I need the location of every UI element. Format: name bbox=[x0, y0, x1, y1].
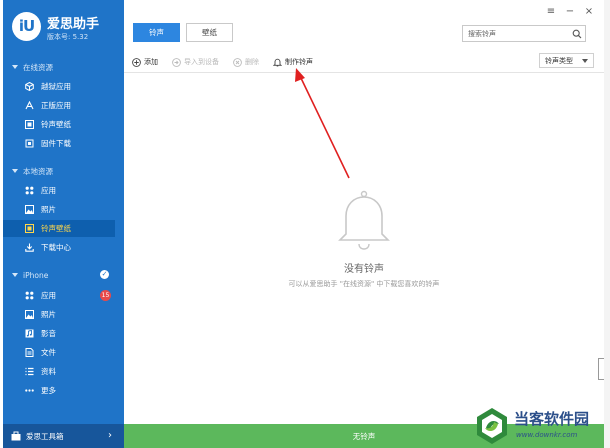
chevron-down-icon bbox=[582, 59, 588, 63]
delete-icon bbox=[233, 57, 242, 67]
sidebar-item-label: 更多 bbox=[41, 386, 56, 395]
make-ringtone-label: 制作铃声 bbox=[285, 58, 313, 66]
sidebar-item-official-apps[interactable]: 正版应用 bbox=[3, 97, 115, 114]
music-icon bbox=[25, 329, 34, 338]
sidebar-item-label: 正版应用 bbox=[41, 101, 71, 110]
sidebar-item-local-ringtones-wallpapers[interactable]: 铃声壁纸 bbox=[3, 220, 115, 237]
sidebar-item-label: 越狱应用 bbox=[41, 82, 71, 91]
app-logo: iU bbox=[12, 12, 41, 41]
section-header-iphone[interactable]: iPhone bbox=[12, 269, 48, 281]
app-store-icon bbox=[25, 101, 34, 110]
sidebar-item-download-center[interactable]: 下载中心 bbox=[3, 239, 115, 256]
window-right-edge bbox=[604, 0, 610, 448]
sidebar: iU 爱思助手 版本号: 5.32 在线资源 越狱应用 正版应用 铃声壁纸 固件… bbox=[3, 0, 124, 448]
collapse-triangle-icon bbox=[12, 65, 18, 69]
sidebar-item-iphone-info[interactable]: 资料 bbox=[3, 363, 115, 380]
chevron-right-icon: › bbox=[108, 430, 112, 441]
sidebar-item-local-photos[interactable]: 照片 bbox=[3, 201, 115, 218]
brand-header: iU 爱思助手 版本号: 5.32 bbox=[3, 0, 124, 50]
search-input[interactable]: 搜索铃声 bbox=[468, 29, 569, 39]
sidebar-item-iphone-apps[interactable]: 应用 15 bbox=[3, 287, 115, 304]
minimize-icon[interactable]: − bbox=[565, 6, 575, 18]
bell-icon bbox=[273, 58, 282, 67]
make-ringtone-button[interactable]: 制作铃声 bbox=[273, 57, 313, 67]
photo-icon bbox=[25, 310, 34, 319]
download-icon bbox=[25, 243, 34, 252]
section-title: iPhone bbox=[23, 270, 49, 280]
sidebar-item-label: 下载中心 bbox=[41, 243, 71, 252]
tab-bar: 铃声 壁纸 bbox=[133, 23, 233, 42]
search-icon[interactable] bbox=[569, 26, 585, 41]
empty-state-description: 可以从爱思助手 "在线资源" 中下载您喜欢的铃声 bbox=[288, 280, 440, 288]
delete-button[interactable]: 删除 bbox=[233, 57, 259, 67]
more-icon bbox=[25, 386, 34, 395]
import-button-label: 导入到设备 bbox=[184, 58, 219, 66]
section-title: 在线资源 bbox=[23, 62, 53, 72]
section-header-local-resources[interactable]: 本地资源 bbox=[12, 165, 53, 177]
tab-wallpapers[interactable]: 壁纸 bbox=[186, 23, 233, 42]
collapse-triangle-icon bbox=[12, 273, 18, 277]
status-bar: 无铃声 bbox=[124, 424, 604, 448]
sidebar-item-local-apps[interactable]: 应用 bbox=[3, 182, 115, 199]
empty-bell-icon bbox=[338, 190, 390, 250]
sidebar-item-iphone-more[interactable]: 更多 bbox=[3, 382, 115, 399]
sidebar-item-label: 应用 bbox=[41, 291, 56, 300]
tab-ringtones[interactable]: 铃声 bbox=[133, 23, 180, 42]
collapse-triangle-icon bbox=[12, 169, 18, 173]
action-toolbar: 添加 导入到设备 删除 制作铃声 bbox=[132, 55, 327, 69]
film-icon bbox=[25, 224, 34, 233]
cube-icon bbox=[25, 82, 34, 91]
section-title: 本地资源 bbox=[23, 166, 53, 176]
add-button[interactable]: 添加 bbox=[132, 57, 158, 67]
firmware-icon bbox=[25, 139, 34, 148]
status-text: 无铃声 bbox=[352, 431, 376, 441]
apps-grid-icon bbox=[25, 186, 34, 195]
toolbox-icon bbox=[11, 431, 21, 441]
sidebar-item-firmware-download[interactable]: 固件下载 bbox=[3, 135, 115, 152]
sidebar-item-label: 影音 bbox=[41, 329, 56, 338]
sidebar-item-label: 文件 bbox=[41, 348, 56, 357]
sidebar-item-label: 应用 bbox=[41, 186, 56, 195]
toolbox-label: 爱思工具箱 bbox=[26, 431, 64, 441]
window-controls: ≡ − × bbox=[546, 6, 594, 18]
import-to-device-button[interactable]: 导入到设备 bbox=[172, 57, 219, 67]
sidebar-item-ringtones-wallpapers-online[interactable]: 铃声壁纸 bbox=[3, 116, 115, 133]
ringtone-type-dropdown[interactable]: 铃声类型 bbox=[539, 53, 594, 68]
plus-circle-icon bbox=[132, 57, 141, 67]
sidebar-item-iphone-photos[interactable]: 照片 bbox=[3, 306, 115, 323]
sidebar-item-label: 照片 bbox=[41, 310, 56, 319]
toolbox-button[interactable]: 爱思工具箱 › bbox=[3, 424, 124, 448]
close-icon[interactable]: × bbox=[584, 6, 594, 18]
photo-icon bbox=[25, 205, 34, 214]
sidebar-item-label: 铃声壁纸 bbox=[41, 224, 71, 233]
sidebar-item-label: 固件下载 bbox=[41, 139, 71, 148]
import-icon bbox=[172, 57, 181, 67]
sidebar-item-label: 照片 bbox=[41, 205, 56, 214]
app-name: 爱思助手 bbox=[47, 17, 100, 32]
app-count-badge: 15 bbox=[100, 290, 111, 301]
menu-icon[interactable]: ≡ bbox=[546, 6, 556, 18]
scroll-bracket bbox=[598, 358, 604, 380]
delete-button-label: 删除 bbox=[245, 58, 259, 66]
app-version: 版本号: 5.32 bbox=[47, 33, 89, 41]
sidebar-item-iphone-files[interactable]: 文件 bbox=[3, 344, 115, 361]
section-header-online-resources[interactable]: 在线资源 bbox=[12, 61, 53, 73]
search-box[interactable]: 搜索铃声 bbox=[462, 25, 586, 42]
file-icon bbox=[25, 348, 34, 357]
dropdown-value: 铃声类型 bbox=[545, 56, 573, 65]
toolbar-divider bbox=[124, 72, 604, 73]
apps-grid-icon bbox=[25, 291, 34, 300]
sidebar-item-label: 资料 bbox=[41, 367, 56, 376]
device-connected-check-icon: ✓ bbox=[100, 270, 109, 279]
main-panel: 铃声 壁纸 ≡ − × 搜索铃声 添加 导入到设备 删除 制作铃声 铃声类型 没… bbox=[124, 0, 604, 448]
add-button-label: 添加 bbox=[144, 58, 158, 66]
empty-state-title: 没有铃声 bbox=[344, 264, 384, 275]
sidebar-item-label: 铃声壁纸 bbox=[41, 120, 71, 129]
sidebar-item-iphone-media[interactable]: 影音 bbox=[3, 325, 115, 342]
film-icon bbox=[25, 120, 34, 129]
sidebar-item-jailbreak-apps[interactable]: 越狱应用 bbox=[3, 78, 115, 95]
list-icon bbox=[25, 367, 34, 376]
